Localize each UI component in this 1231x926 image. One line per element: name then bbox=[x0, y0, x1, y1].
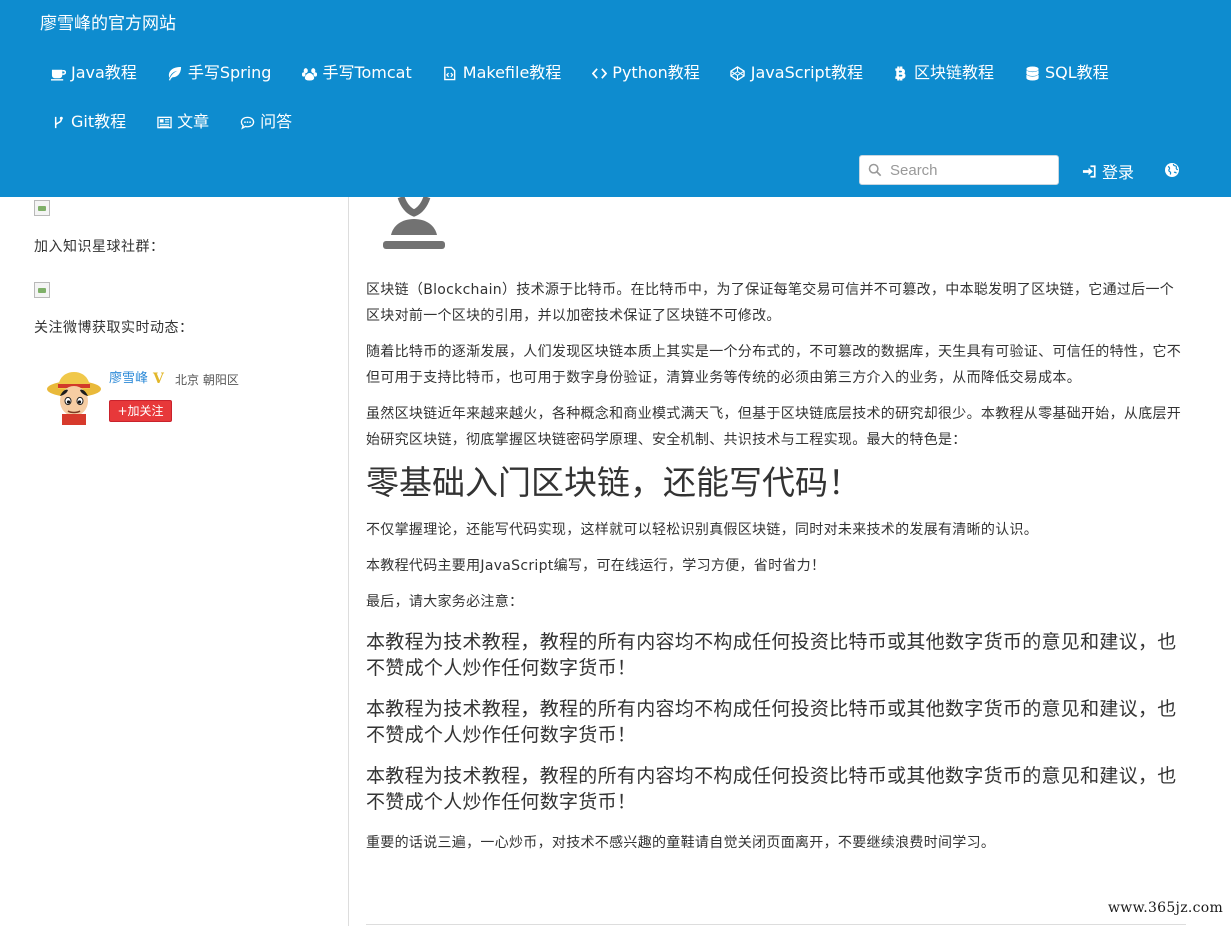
article-body: 区块链（Blockchain）技术源于比特币。在比特币中，为了保证每笔交易可信并… bbox=[366, 277, 1186, 866]
article-paragraph: 随着比特币的逐渐发展，人们发现区块链本质上其实是一个分布式的，不可篡改的数据库，… bbox=[366, 344, 1182, 386]
globe-icon[interactable] bbox=[1164, 162, 1180, 178]
nav-row-secondary: Git教程 文章 问答 bbox=[35, 107, 307, 137]
nav-item-java[interactable]: Java教程 bbox=[35, 58, 152, 88]
article-paragraph: 最后，请大家务必注意： bbox=[366, 594, 524, 610]
site-header: 廖雪峰的官方网站 Java教程 手写Spring 手写Tomcat Makefi… bbox=[0, 0, 1231, 197]
article-paragraph: 区块链（Blockchain）技术源于比特币。在比特币中，为了保证每笔交易可信并… bbox=[366, 282, 1175, 324]
git-branch-icon bbox=[50, 114, 66, 130]
search-icon bbox=[860, 156, 890, 184]
coffee-icon bbox=[50, 65, 66, 81]
weibo-broken-image[interactable] bbox=[34, 282, 50, 298]
login-label: 登录 bbox=[1102, 163, 1135, 182]
article-paragraph: 不仅掌握理论，还能写代码实现，这样就可以轻松识别真假区块链，同时对未来技术的发展… bbox=[366, 522, 1039, 538]
follow-button[interactable]: +加关注 bbox=[109, 400, 172, 422]
paw-icon bbox=[301, 65, 317, 81]
nav-item-javascript[interactable]: JavaScript教程 bbox=[715, 58, 878, 88]
login-button[interactable]: 登录 bbox=[1082, 157, 1134, 185]
zsxq-broken-image[interactable] bbox=[34, 200, 50, 216]
warning-notice: 本教程为技术教程，教程的所有内容均不构成任何投资比特币或其他数字货币的意见和建议… bbox=[366, 631, 1177, 679]
hourglass-icon bbox=[381, 195, 447, 249]
nav-item-label: JavaScript教程 bbox=[750, 63, 863, 82]
zsxq-label: 加入知识星球社群： bbox=[34, 239, 165, 255]
article-paragraph: 虽然区块链近年来越来越火，各种概念和商业模式满天飞，但基于区块链底层技术的研究却… bbox=[366, 406, 1182, 448]
article-headline: 零基础入门区块链，还能写代码！ bbox=[366, 463, 861, 502]
nav-item-makefile[interactable]: Makefile教程 bbox=[427, 58, 577, 88]
article-paragraph: 重要的话说三遍，一心炒币，对技术不感兴趣的童鞋请自觉关闭页面离开，不要继续浪费时… bbox=[366, 835, 996, 851]
warning-notice: 本教程为技术教程，教程的所有内容均不构成任何投资比特币或其他数字货币的意见和建议… bbox=[366, 698, 1177, 746]
search-input[interactable] bbox=[890, 157, 1050, 183]
nav-item-label: 手写Spring bbox=[187, 63, 272, 82]
nav-item-label: 问答 bbox=[260, 112, 293, 131]
newspaper-icon bbox=[156, 114, 172, 130]
search-box[interactable] bbox=[859, 155, 1059, 185]
avatar[interactable] bbox=[46, 369, 102, 425]
nav-item-blockchain[interactable]: 区块链教程 bbox=[878, 58, 1009, 88]
weibo-widget: 廖雪峰 V 北京 朝阳区 +加关注 bbox=[46, 369, 306, 429]
weibo-label: 关注微博获取实时动态： bbox=[34, 320, 194, 336]
nav-item-qa[interactable]: 问答 bbox=[224, 107, 307, 137]
verified-badge-icon: V bbox=[153, 371, 164, 387]
left-sidebar: 加入知识星球社群： 关注微博获取实时动态： 廖雪峰 V 北京 朝阳区 +加关注 bbox=[0, 197, 349, 926]
file-code-icon bbox=[442, 65, 458, 81]
main-content: 区块链（Blockchain）技术源于比特币。在比特币中，为了保证每笔交易可信并… bbox=[350, 195, 1231, 926]
site-title[interactable]: 廖雪峰的官方网站 bbox=[40, 12, 176, 36]
nav-item-python[interactable]: Python教程 bbox=[576, 58, 714, 88]
nav-item-label: Java教程 bbox=[71, 63, 137, 82]
nav-item-git[interactable]: Git教程 bbox=[35, 107, 141, 137]
nav-item-label: Git教程 bbox=[71, 112, 127, 131]
leaf-icon bbox=[167, 65, 183, 81]
weibo-username[interactable]: 廖雪峰 bbox=[109, 369, 148, 389]
warning-notice: 本教程为技术教程，教程的所有内容均不构成任何投资比特币或其他数字货币的意见和建议… bbox=[366, 765, 1177, 813]
divider bbox=[366, 924, 1186, 925]
nav-item-label: 文章 bbox=[177, 112, 210, 131]
weibo-location: 北京 朝阳区 bbox=[175, 373, 239, 387]
nav-item-label: Makefile教程 bbox=[462, 63, 562, 82]
sign-in-icon bbox=[1082, 164, 1097, 179]
nav-item-label: Python教程 bbox=[612, 63, 700, 82]
nav-item-tomcat[interactable]: 手写Tomcat bbox=[286, 58, 426, 88]
nav-item-spring[interactable]: 手写Spring bbox=[152, 58, 287, 88]
database-icon bbox=[1024, 65, 1040, 81]
watermark: www.365jz.com bbox=[1108, 900, 1224, 916]
article-paragraph: 本教程代码主要用JavaScript编写，可在线运行，学习方便，省时省力！ bbox=[366, 558, 826, 574]
nav-item-label: 区块链教程 bbox=[913, 63, 994, 82]
code-icon bbox=[591, 65, 607, 81]
bitcoin-icon bbox=[893, 65, 909, 81]
nav-item-label: 手写Tomcat bbox=[322, 63, 412, 82]
nav-item-articles[interactable]: 文章 bbox=[141, 107, 224, 137]
nav-item-sql[interactable]: SQL教程 bbox=[1009, 58, 1124, 88]
codepen-icon bbox=[730, 65, 746, 81]
nav-row-primary: Java教程 手写Spring 手写Tomcat Makefile教程 Pyth… bbox=[35, 58, 1124, 88]
chat-icon bbox=[239, 114, 255, 130]
nav-item-label: SQL教程 bbox=[1045, 63, 1109, 82]
